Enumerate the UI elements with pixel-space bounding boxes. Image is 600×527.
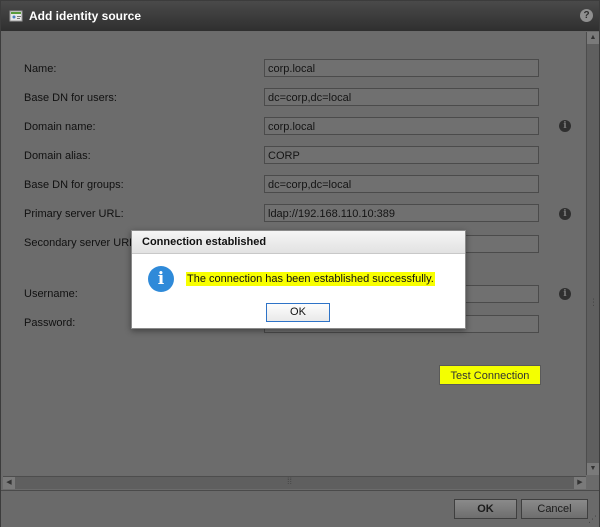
ok-button[interactable]: OK bbox=[454, 499, 517, 519]
identity-source-icon bbox=[9, 10, 23, 22]
domain-name-label: Domain name: bbox=[24, 121, 96, 133]
base-dn-users-field[interactable]: dc=corp,dc=local bbox=[264, 88, 539, 106]
scroll-left-icon[interactable]: ◀ bbox=[3, 477, 15, 489]
cancel-button[interactable]: Cancel bbox=[521, 499, 588, 519]
resize-grip-icon[interactable]: ⋰ bbox=[588, 514, 597, 525]
vertical-scrollbar[interactable]: ▲ ⋮⋮ ▼ bbox=[586, 32, 600, 475]
scroll-grip-horizontal-icon[interactable]: ⁞⁞ bbox=[287, 476, 292, 486]
domain-alias-field[interactable]: CORP bbox=[264, 146, 539, 164]
name-field[interactable]: corp.local bbox=[264, 59, 539, 77]
scroll-up-icon[interactable]: ▲ bbox=[587, 32, 599, 44]
primary-server-info-icon[interactable]: i bbox=[559, 208, 571, 220]
dialog-title: Connection established bbox=[132, 231, 465, 254]
help-icon[interactable]: ? bbox=[580, 9, 593, 22]
scroll-grip-icon[interactable]: ⋮⋮ bbox=[589, 297, 600, 308]
domain-name-info-icon[interactable]: i bbox=[559, 120, 571, 132]
name-label: Name: bbox=[24, 63, 57, 75]
test-connection-button[interactable]: Test Connection bbox=[439, 365, 541, 385]
base-dn-groups-field[interactable]: dc=corp,dc=local bbox=[264, 175, 539, 193]
username-label: Username: bbox=[24, 288, 78, 300]
scroll-right-icon[interactable]: ▶ bbox=[574, 477, 586, 489]
info-icon: i bbox=[148, 266, 174, 292]
window-title: Add identity source bbox=[29, 9, 142, 23]
primary-server-url-label: Primary server URL: bbox=[24, 208, 124, 220]
primary-server-url-field[interactable]: ldap://192.168.110.10:389 bbox=[264, 204, 539, 222]
domain-name-field[interactable]: corp.local bbox=[264, 117, 539, 135]
password-label: Password: bbox=[24, 317, 76, 329]
window-titlebar: Add identity source ? bbox=[1, 1, 599, 31]
base-dn-users-label: Base DN for users: bbox=[24, 92, 117, 104]
scroll-down-icon[interactable]: ▼ bbox=[587, 463, 599, 475]
username-info-icon[interactable]: i bbox=[559, 288, 571, 300]
base-dn-groups-label: Base DN for groups: bbox=[24, 179, 124, 191]
horizontal-scrollbar[interactable]: ◀ ⁞⁞ ▶ bbox=[3, 476, 586, 489]
connection-established-dialog: Connection established i The connection … bbox=[131, 230, 466, 329]
domain-alias-label: Domain alias: bbox=[24, 150, 91, 162]
secondary-server-url-label: Secondary server URL: bbox=[24, 237, 139, 249]
dialog-message: The connection has been established succ… bbox=[186, 272, 435, 286]
dialog-footer: OK Cancel ⋰ bbox=[1, 490, 599, 527]
dialog-ok-button[interactable]: OK bbox=[266, 303, 330, 322]
